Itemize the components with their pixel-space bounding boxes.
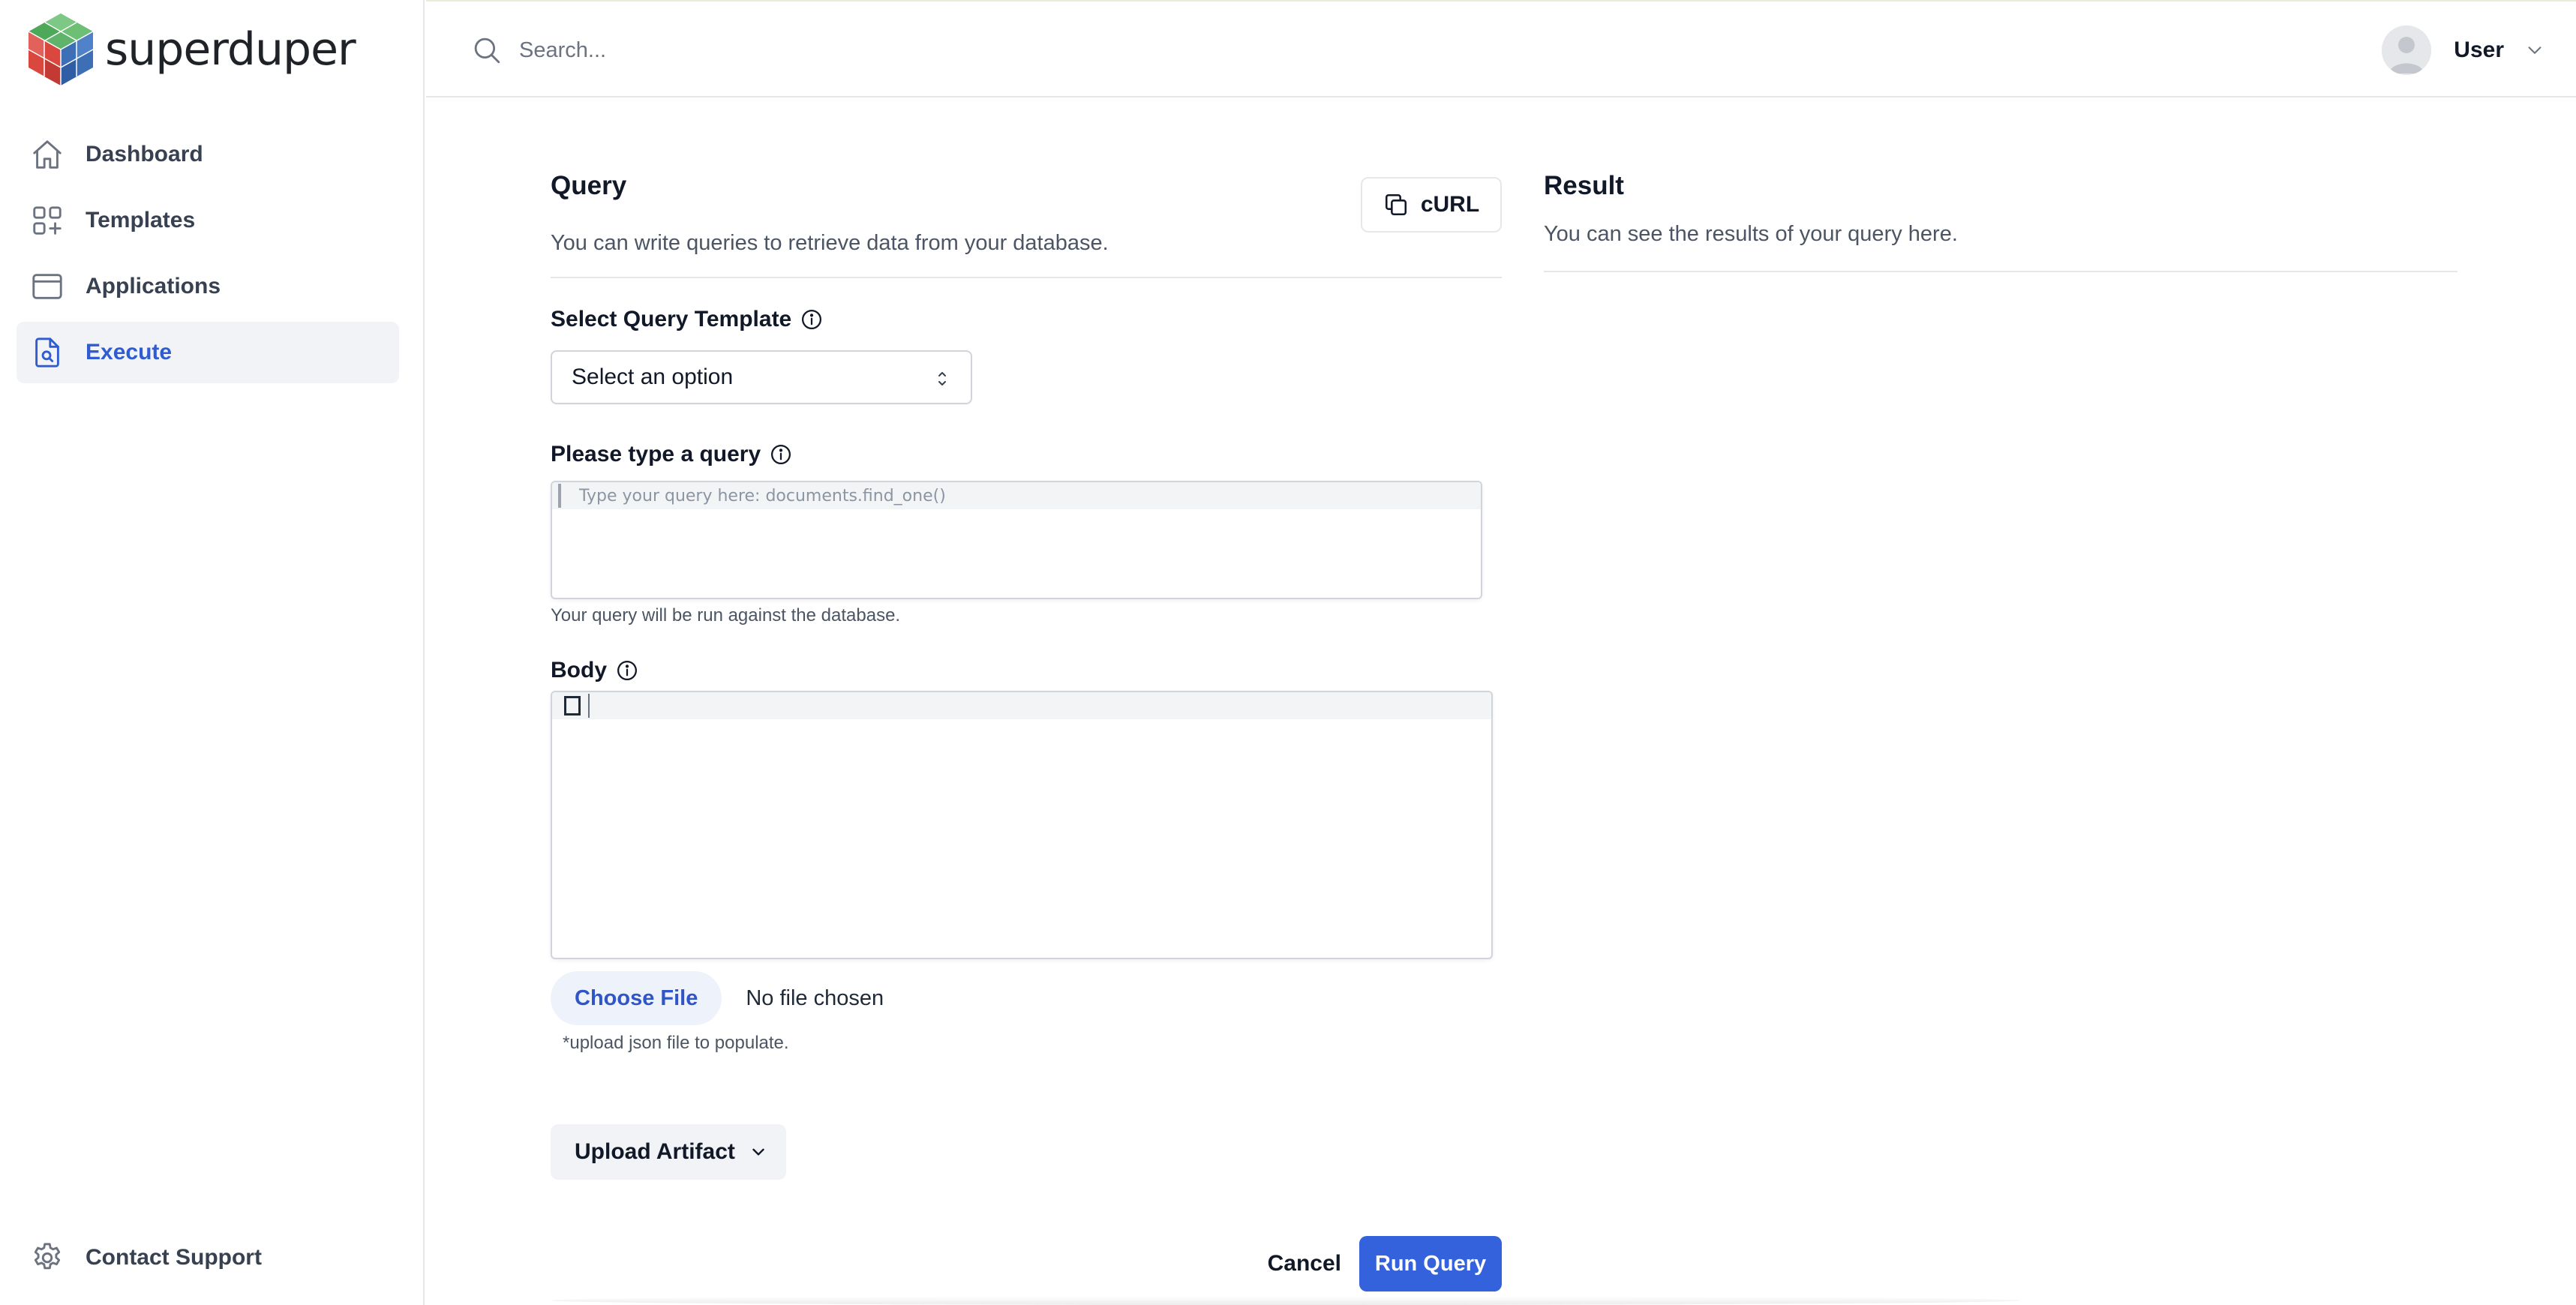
cancel-button[interactable]: Cancel [1268,1236,1341,1292]
select-value: Select an option [572,364,734,389]
body-editor-active-line [552,692,1491,719]
sidebar-item-execute[interactable]: Execute [17,322,399,383]
sidebar-item-label: Dashboard [86,142,203,166]
search-icon [474,38,500,64]
sidebar-nav: Dashboard Templates Applications Execute [17,124,399,388]
user-menu[interactable]: User [2382,24,2546,76]
template-label: Select Query Template [551,307,1502,332]
query-description: You can write queries to retrieve data f… [551,231,1109,255]
query-hint: Your query will be run against the datab… [551,605,901,626]
file-upload-row: Choose File No file chosen [551,971,1502,1025]
curl-button[interactable]: cURL [1361,177,1502,232]
body-label: Body [551,658,1502,683]
file-hint: *upload json file to populate. [563,1033,789,1053]
info-icon[interactable] [616,659,638,682]
query-template-select[interactable]: Select an option [551,350,972,404]
info-icon[interactable] [800,308,823,331]
upload-artifact-label: Upload Artifact [575,1139,735,1164]
chevron-down-icon [752,1148,764,1156]
copy-icon [1385,194,1407,216]
result-title: Result [1544,171,1624,200]
info-icon[interactable] [770,443,792,466]
sidebar-item-dashboard[interactable]: Dashboard [17,124,399,185]
query-editor[interactable]: Type your query here: documents.find_one… [551,481,1482,599]
sidebar: superduper Dashboard Templates Applicati… [0,0,425,1305]
user-avatar-icon [2382,26,2432,75]
run-query-button[interactable]: Run Query [1359,1236,1502,1292]
body-editor[interactable] [551,691,1493,959]
file-status: No file chosen [746,986,884,1010]
document-search-icon [35,338,59,368]
chevron-up-down-icon [938,372,946,386]
body-label-text: Body [551,658,607,682]
curl-label: cURL [1420,192,1480,217]
fold-marker [564,696,581,716]
query-input-label: Please type a query [551,442,1502,467]
body-editor-cursor [588,694,590,718]
query-title: Query [551,171,627,200]
footer-shadow [551,1296,2021,1305]
contact-support: Contact Support [17,1227,399,1293]
editor-cursor [558,484,561,508]
query-placeholder: Type your query here: documents.find_one… [579,486,946,506]
home-icon [33,140,62,169]
editor-active-line: Type your query here: documents.find_one… [552,482,1481,509]
template-label-text: Select Query Template [551,307,792,332]
result-description: You can see the results of your query he… [1544,222,1958,246]
brand-name: superduper [105,23,356,76]
sidebar-item-contact-support[interactable]: Contact Support [17,1227,399,1288]
sidebar-item-applications[interactable]: Applications [17,256,399,317]
brand-logo[interactable]: superduper [27,12,356,87]
choose-file-button[interactable]: Choose File [551,971,722,1025]
sidebar-item-templates[interactable]: Templates [17,190,399,251]
query-input-label-text: Please type a query [551,442,761,466]
result-panel: Result You can see the results of your q… [1544,158,2457,272]
search-input[interactable] [519,30,1419,70]
form-actions: Cancel Run Query [551,1236,1502,1292]
query-panel: Query cURL You can write queries to retr… [551,158,1502,1180]
user-name: User [2454,38,2504,62]
chevron-down-icon [2528,46,2541,54]
result-divider [1544,271,2457,272]
logo-cube-icon [28,14,94,86]
sidebar-item-label: Templates [86,208,196,232]
query-divider [551,277,1502,278]
window-icon [32,274,62,299]
sidebar-item-label: Applications [86,274,221,298]
app-root: superduper Dashboard Templates Applicati… [0,0,2576,1305]
gear-icon [34,1243,61,1270]
templates-icon [33,206,62,235]
avatar [2382,26,2432,75]
sidebar-item-label: Contact Support [86,1245,262,1270]
sidebar-item-label: Execute [86,340,173,364]
upload-artifact-button[interactable]: Upload Artifact [551,1124,786,1180]
topbar: User [426,0,2576,98]
